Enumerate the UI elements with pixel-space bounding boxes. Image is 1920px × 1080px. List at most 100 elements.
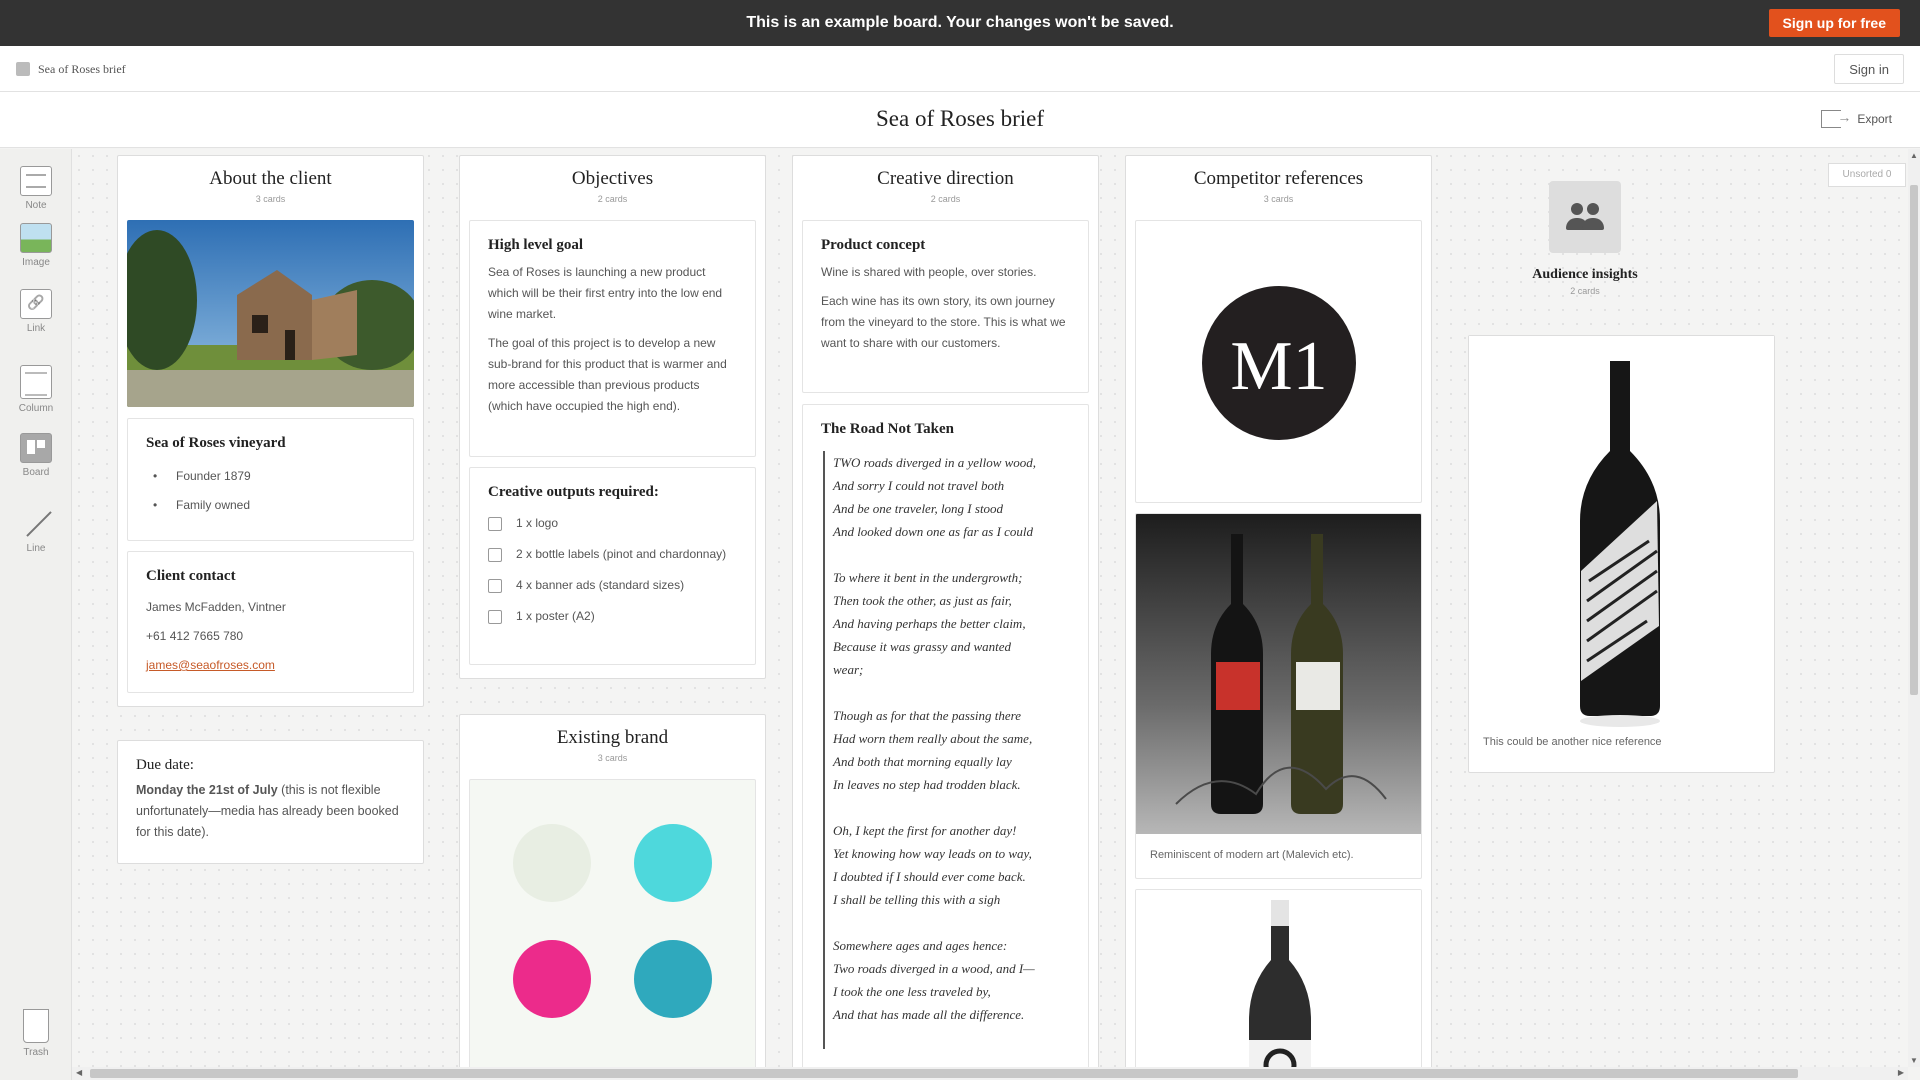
card-brand-palette[interactable] <box>469 779 756 1067</box>
tool-column[interactable]: Column <box>0 365 72 414</box>
column-card-count: 2 cards <box>597 194 628 204</box>
card-poem[interactable]: The Road Not Taken TWO roads diverged in… <box>802 404 1089 1067</box>
image-card-white-bottle[interactable] <box>1135 889 1422 1067</box>
card-title: Creative outputs required: <box>488 484 659 500</box>
checkbox[interactable] <box>488 548 502 562</box>
board-audience-insights[interactable]: Audience insights 2 cards <box>1505 181 1665 296</box>
card-title: Client contact <box>146 568 236 584</box>
due-date-title: Due date: <box>136 757 194 773</box>
note-due-date[interactable]: Due date: Monday the 21st of July (this … <box>117 740 424 864</box>
contact-name: James McFadden, Vintner <box>146 600 286 614</box>
board-icon <box>16 62 30 76</box>
tool-note-label: Note <box>25 200 47 211</box>
people-icon <box>1549 181 1621 253</box>
sign-in-button[interactable]: Sign in <box>1834 54 1904 84</box>
column-competitor-references[interactable]: Competitor references 3 cards M1 Reminis… <box>1125 155 1432 1067</box>
poem-stanza: TWO roads diverged in a yellow wood, And … <box>833 451 1076 543</box>
logo-text: M1 <box>1230 328 1327 405</box>
sign-up-button[interactable]: Sign up for free <box>1768 9 1900 37</box>
export-button[interactable]: Export <box>1821 109 1892 128</box>
checkbox[interactable] <box>488 517 502 531</box>
column-about-the-client[interactable]: About the client 3 cards Sea of Roses vi… <box>117 155 424 707</box>
tool-trash[interactable]: Trash <box>0 1009 72 1058</box>
card-creative-outputs[interactable]: Creative outputs required: 1 x logo 2 x … <box>469 467 756 665</box>
scroll-left-icon[interactable]: ◀ <box>76 1068 82 1077</box>
list-item: Founder 1879 <box>146 462 395 491</box>
column-card-count: 2 cards <box>930 194 961 204</box>
scroll-down-icon[interactable]: ▼ <box>1910 1056 1918 1065</box>
concept-paragraph-2: Each wine has its own story, its own jou… <box>821 294 1066 350</box>
card-vineyard[interactable]: Sea of Roses vineyard Founder 1879 Famil… <box>127 418 414 541</box>
link-icon <box>20 289 52 319</box>
goal-paragraph-2: The goal of this project is to develop a… <box>488 336 727 413</box>
concept-paragraph-1: Wine is shared with people, over stories… <box>821 265 1037 279</box>
contact-phone: +61 412 7665 780 <box>146 629 244 643</box>
tool-link-label: Link <box>26 323 46 334</box>
horizontal-scroll-thumb[interactable] <box>90 1069 1798 1078</box>
breadcrumb[interactable]: Sea of Roses brief <box>38 62 126 77</box>
checkbox[interactable] <box>488 610 502 624</box>
poem-stanza: To where it bent in the undergrowth; Then… <box>833 566 1076 681</box>
tool-board[interactable]: Board <box>0 433 72 478</box>
top-bar: Sea of Roses brief Sign in <box>0 46 1920 92</box>
checklist-item: 1 x logo <box>488 513 737 534</box>
board-tool-icon <box>20 433 52 463</box>
column-title: Objectives <box>571 168 654 189</box>
poem-line: And sorry I could not travel both <box>833 478 1005 493</box>
board-canvas[interactable]: About the client 3 cards Sea of Roses vi… <box>72 149 1908 1067</box>
checklist-label: 2 x bottle labels (pinot and chardonnay) <box>516 547 727 561</box>
image-icon <box>20 223 52 253</box>
image-card-reference[interactable]: This could be another nice reference <box>1468 335 1775 773</box>
goal-paragraph-1: Sea of Roses is launching a new product … <box>488 265 723 321</box>
card-title: The Road Not Taken <box>821 421 954 437</box>
poem-stanza: Though as for that the passing there Had … <box>833 704 1076 796</box>
vertical-scrollbar[interactable]: ▲ ▼ <box>1908 149 1920 1067</box>
poem-line: And looked down one as far as I could <box>833 524 1034 539</box>
tool-image[interactable]: Image <box>0 223 72 268</box>
color-swatch <box>513 824 591 902</box>
column-card-count: 3 cards <box>255 194 286 204</box>
poem-line: Had worn them really about the same, <box>833 731 1033 746</box>
tool-note[interactable]: Note <box>0 166 72 211</box>
title-bar: Sea of Roses brief Export <box>0 92 1920 148</box>
checkbox[interactable] <box>488 579 502 593</box>
poem-line: Then took the other, as just as fair, <box>833 593 1012 608</box>
poem-line: In leaves no step had trodden black. <box>833 777 1021 792</box>
column-title: Existing brand <box>556 727 669 748</box>
image-card-logo[interactable]: M1 <box>1135 220 1422 503</box>
image-card-cabin[interactable] <box>127 220 414 407</box>
trash-icon <box>23 1009 49 1043</box>
unsorted-counter[interactable]: Unsorted 0 <box>1828 163 1906 187</box>
card-product-concept[interactable]: Product concept Wine is shared with peop… <box>802 220 1089 393</box>
column-card-count: 3 cards <box>1263 194 1294 204</box>
column-icon <box>20 365 52 399</box>
poem-line: Because it was grassy and wanted <box>833 639 1012 654</box>
vertical-scroll-thumb[interactable] <box>1910 185 1918 695</box>
poem-line: I doubted if I should ever come back. <box>833 869 1026 884</box>
note-icon <box>20 166 52 196</box>
board-title: Sea of Roses brief <box>876 106 1044 131</box>
column-creative-direction[interactable]: Creative direction 2 cards Product conce… <box>792 155 1099 1067</box>
poem-line: And both that morning equally lay <box>833 754 1012 769</box>
scroll-up-icon[interactable]: ▲ <box>1910 151 1918 160</box>
column-title: Competitor references <box>1193 168 1364 189</box>
contact-email-link[interactable]: james@seaofroses.com <box>146 658 275 672</box>
two-bottles-photo <box>1136 514 1421 834</box>
column-objectives[interactable]: Objectives 2 cards High level goal Sea o… <box>459 155 766 679</box>
poem-line: And having perhaps the better claim, <box>833 616 1026 631</box>
card-title: Sea of Roses vineyard <box>146 435 286 451</box>
column-existing-brand[interactable]: Existing brand 3 cards <box>459 714 766 1067</box>
poem-line: And be one traveler, long I stood <box>833 501 1004 516</box>
tool-link[interactable]: Link <box>0 289 72 334</box>
checklist-item: 1 x poster (A2) <box>488 606 737 627</box>
card-client-contact[interactable]: Client contact James McFadden, Vintner +… <box>127 551 414 693</box>
checklist-item: 2 x bottle labels (pinot and chardonnay) <box>488 544 737 565</box>
line-icon <box>20 509 52 539</box>
tool-line[interactable]: Line <box>0 509 72 554</box>
image-card-wine-bottles[interactable]: Reminiscent of modern art (Malevich etc)… <box>1135 513 1422 879</box>
scroll-right-icon[interactable]: ▶ <box>1898 1068 1904 1077</box>
card-high-level-goal[interactable]: High level goal Sea of Roses is launchin… <box>469 220 756 457</box>
horizontal-scrollbar[interactable]: ◀ ▶ <box>72 1067 1908 1080</box>
color-swatch <box>513 940 591 1018</box>
poem-line: wear; <box>833 662 864 677</box>
